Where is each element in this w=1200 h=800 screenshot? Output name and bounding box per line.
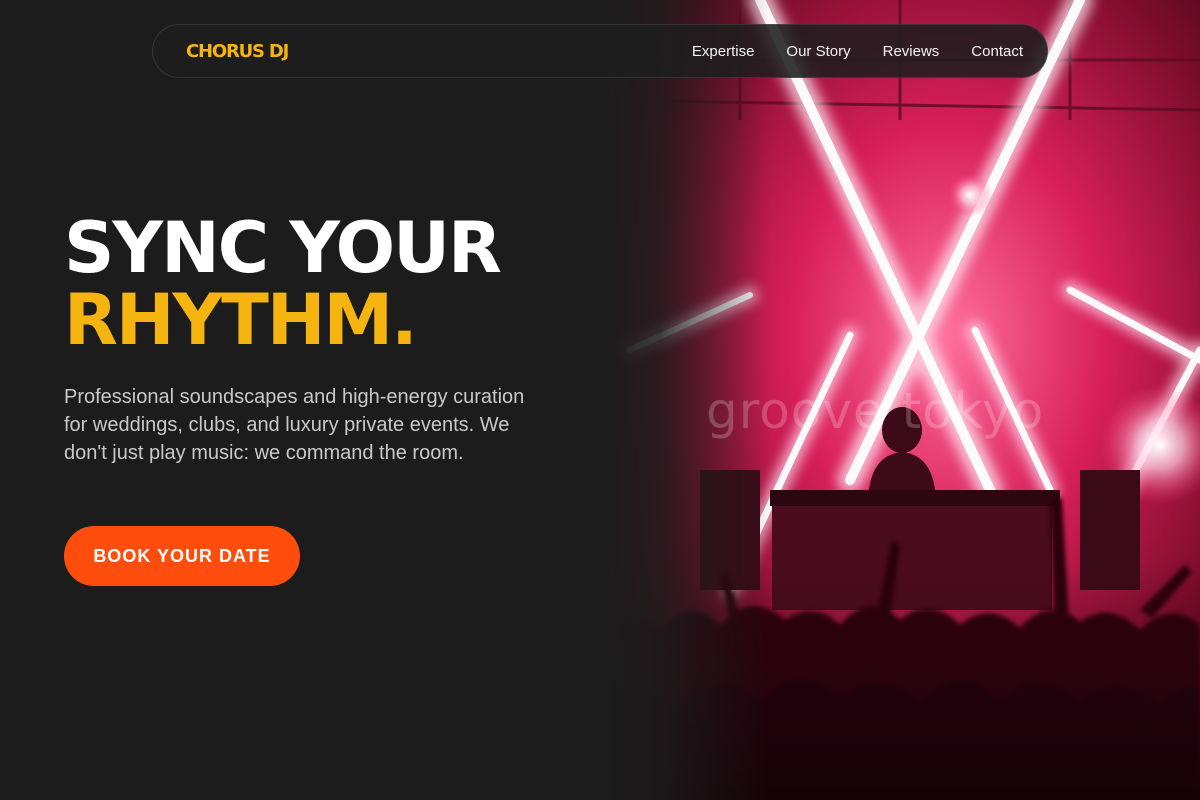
headline-line-1: SYNC YOUR xyxy=(64,207,502,289)
nav-link-our-story[interactable]: Our Story xyxy=(786,43,850,60)
nav-link-reviews[interactable]: Reviews xyxy=(883,43,940,60)
book-your-date-button[interactable]: BOOK YOUR DATE xyxy=(64,526,300,586)
top-navbar: CHORUS DJ Expertise Our Story Reviews Co… xyxy=(152,24,1048,78)
hero-headline: SYNC YOUR RHYTHM. xyxy=(64,207,502,361)
hero-description: Professional soundscapes and high-energy… xyxy=(64,386,525,464)
brand-logo[interactable]: CHORUS DJ xyxy=(186,41,289,62)
nav-link-contact[interactable]: Contact xyxy=(971,43,1023,60)
nav-links: Expertise Our Story Reviews Contact xyxy=(692,43,1023,60)
nav-link-expertise[interactable]: Expertise xyxy=(692,43,755,60)
page: groove tokyo CHORUS DJ Expertise Our Sto… xyxy=(0,0,1200,800)
hero-concert-photo xyxy=(600,0,1200,800)
headline-line-2: RHYTHM. xyxy=(64,279,418,361)
